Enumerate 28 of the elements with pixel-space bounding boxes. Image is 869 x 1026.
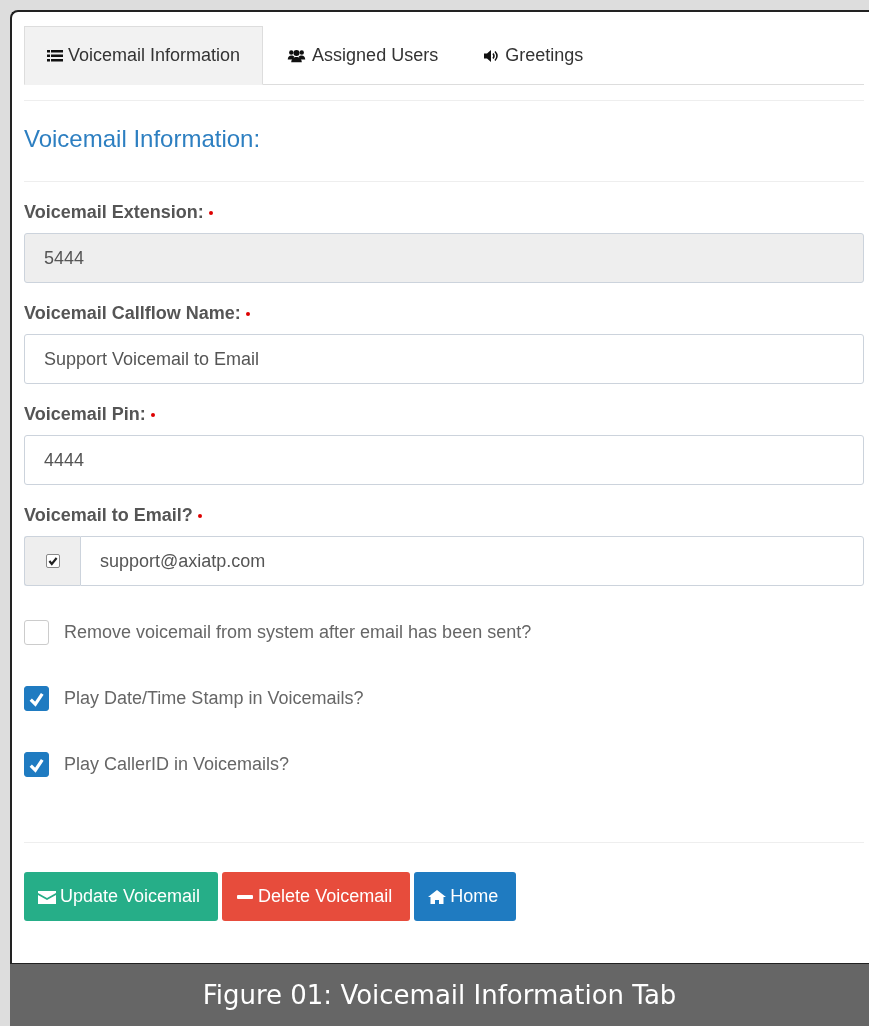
- field-label: Voicemail to Email?: [24, 505, 193, 526]
- input-field[interactable]: 4444: [24, 435, 864, 485]
- checkbox[interactable]: [24, 619, 49, 645]
- checkbox-label: Play Date/Time Stamp in Voicemails?: [64, 687, 364, 709]
- home-icon: [428, 889, 447, 904]
- input-field[interactable]: support@axiatp.com: [80, 536, 864, 586]
- envelope-icon: [38, 889, 56, 904]
- figure-caption: Figure 01: Voicemail Information Tab: [10, 964, 869, 1026]
- tab[interactable]: Greetings: [461, 26, 607, 85]
- field-label: Voicemail Callflow Name:: [24, 303, 241, 324]
- tab[interactable]: Voicemail Information: [24, 26, 264, 85]
- input-field[interactable]: Support Voicemail to Email: [24, 334, 864, 384]
- users-icon: [286, 48, 308, 63]
- delete-button[interactable]: Delete Voicemail: [222, 872, 411, 921]
- tab[interactable]: Assigned Users: [263, 26, 462, 85]
- speaker-icon: [484, 48, 501, 63]
- input-field[interactable]: 5444: [24, 233, 864, 283]
- field-label: Voicemail Extension:: [24, 202, 204, 223]
- list-icon: [47, 48, 63, 63]
- field-label: Voicemail Pin:: [24, 404, 146, 425]
- checkbox-label: Play CallerID in Voicemails?: [64, 753, 290, 775]
- checkbox[interactable]: [45, 554, 60, 568]
- check-icon: [46, 555, 59, 567]
- section-heading: Voicemail Information:: [24, 125, 262, 153]
- home-button[interactable]: Home: [414, 872, 517, 921]
- checkbox[interactable]: [24, 685, 49, 711]
- checkbox[interactable]: [24, 751, 49, 777]
- checkbox-label: Remove voicemail from system after email has been sent?: [64, 621, 532, 643]
